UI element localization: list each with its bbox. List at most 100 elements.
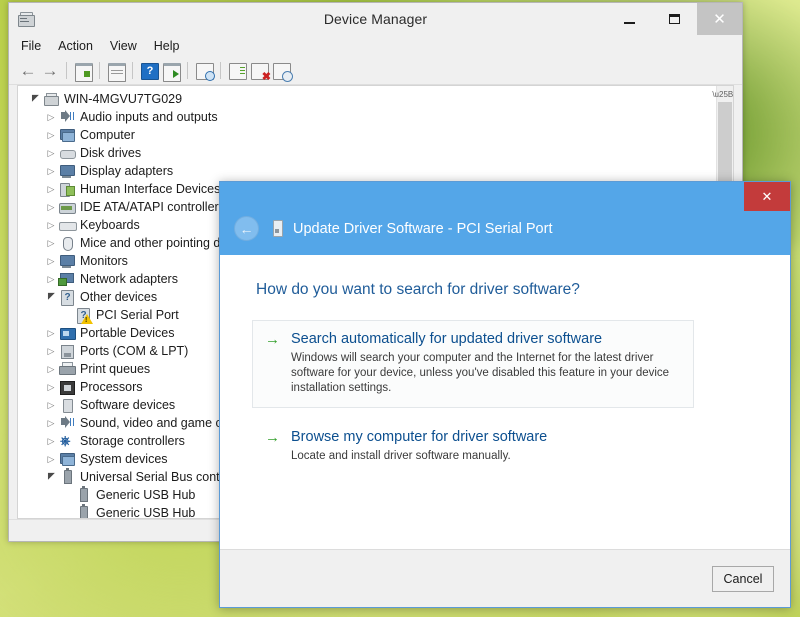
expand-toggle-closed[interactable] — [44, 112, 58, 123]
speaker-icon — [58, 109, 76, 125]
show-hidden-devices-icon[interactable] — [105, 60, 127, 82]
expand-toggle-closed[interactable] — [44, 238, 58, 249]
expand-toggle-closed[interactable] — [44, 400, 58, 411]
expand-toggle-closed[interactable] — [44, 256, 58, 267]
expand-toggle-closed[interactable] — [44, 148, 58, 159]
option-search-automatically[interactable]: → Search automatically for updated drive… — [252, 320, 694, 408]
menu-view[interactable]: View — [110, 39, 137, 53]
tree-item[interactable]: Computer — [18, 126, 717, 144]
server-icon — [42, 91, 60, 107]
server-icon — [17, 11, 34, 27]
port-icon — [58, 343, 76, 359]
menu-file[interactable]: File — [21, 39, 41, 53]
tree-item[interactable]: Disk drives — [18, 144, 717, 162]
network-icon — [58, 271, 76, 287]
tree-item-label: Monitors — [80, 254, 128, 268]
tree-item-label: Ports (COM & LPT) — [80, 344, 188, 358]
window-controls: ✕ — [607, 3, 742, 35]
scan-changes-icon[interactable] — [270, 60, 292, 82]
scan-hardware-changes-icon[interactable] — [193, 60, 215, 82]
expand-toggle-closed[interactable] — [44, 328, 58, 339]
option-browse-my-computer[interactable]: → Browse my computer for driver software… — [252, 418, 694, 476]
expand-toggle-closed[interactable] — [44, 346, 58, 357]
tree-item-label: Human Interface Devices — [80, 182, 220, 196]
forward-arrow-icon[interactable]: → — [39, 60, 61, 82]
menu-bar: File Action View Help — [9, 35, 742, 57]
back-button[interactable]: ← — [234, 216, 259, 241]
option-heading: Browse my computer for driver software — [291, 428, 683, 447]
tree-item-label: Software devices — [80, 398, 175, 412]
usb-icon — [74, 487, 92, 503]
toolbar-separator — [99, 62, 100, 79]
processor-icon — [58, 379, 76, 395]
toolbar: ← → ? ✖ — [9, 57, 742, 85]
usb-icon — [74, 505, 92, 518]
menu-help[interactable]: Help — [154, 39, 180, 53]
expand-toggle-open[interactable] — [28, 94, 42, 105]
expand-toggle-closed[interactable] — [44, 436, 58, 447]
tree-item-label: PCI Serial Port — [96, 308, 179, 322]
mouse-icon — [58, 235, 76, 251]
tree-item-label: Computer — [80, 128, 135, 142]
tree-item-label: Generic USB Hub — [96, 488, 195, 502]
dialog-body: How do you want to search for driver sof… — [220, 255, 790, 550]
option-heading: Search automatically for updated driver … — [291, 330, 683, 349]
toolbar-separator — [220, 62, 221, 79]
disk-icon — [58, 145, 76, 161]
computer-icon — [58, 451, 76, 467]
tree-item-label: Disk drives — [80, 146, 141, 160]
cancel-button[interactable]: Cancel — [712, 566, 774, 592]
title-bar[interactable]: Device Manager ✕ — [9, 3, 742, 35]
tree-item-label: WIN-4MGVU7TG029 — [64, 92, 182, 106]
update-driver-icon[interactable] — [226, 60, 248, 82]
minimize-icon — [624, 22, 635, 24]
properties-icon[interactable] — [72, 60, 94, 82]
tree-item-label: System devices — [80, 452, 168, 466]
toolbar-separator — [66, 62, 67, 79]
expand-toggle-closed[interactable] — [44, 184, 58, 195]
toolbar-separator — [187, 62, 188, 79]
tree-item-label: Generic USB Hub — [96, 506, 195, 518]
expand-toggle-closed[interactable] — [44, 418, 58, 429]
option-description: Windows will search your computer and th… — [291, 351, 683, 396]
update-driver-dialog: ✕ ← Update Driver Software - PCI Serial … — [219, 181, 791, 608]
expand-toggle-open[interactable] — [44, 472, 58, 483]
tree-item[interactable]: Audio inputs and outputs — [18, 108, 717, 126]
tree-item-label: Keyboards — [80, 218, 140, 232]
menu-action[interactable]: Action — [58, 39, 93, 53]
tree-item-label: Network adapters — [80, 272, 178, 286]
help-icon[interactable]: ? — [138, 60, 160, 82]
expand-toggle-closed[interactable] — [44, 274, 58, 285]
dialog-close-button[interactable]: ✕ — [744, 182, 790, 211]
toolbar-separator — [132, 62, 133, 79]
tree-item-label: IDE ATA/ATAPI controllers — [80, 200, 225, 214]
expand-toggle-closed[interactable] — [44, 166, 58, 177]
play-icon[interactable] — [160, 60, 182, 82]
uninstall-device-icon[interactable]: ✖ — [248, 60, 270, 82]
expand-toggle-closed[interactable] — [44, 130, 58, 141]
minimize-button[interactable] — [607, 3, 652, 35]
tree-item-label: Processors — [80, 380, 143, 394]
ide-icon — [58, 199, 76, 215]
display-icon — [58, 163, 76, 179]
speaker-icon — [58, 415, 76, 431]
software-device-icon — [58, 397, 76, 413]
tree-item[interactable]: WIN-4MGVU7TG029 — [18, 90, 717, 108]
dialog-header: ✕ ← Update Driver Software - PCI Serial … — [220, 182, 790, 255]
tree-item[interactable]: Display adapters — [18, 162, 717, 180]
tree-item-label: Portable Devices — [80, 326, 175, 340]
expand-toggle-open[interactable] — [44, 292, 58, 303]
expand-toggle-closed[interactable] — [44, 382, 58, 393]
expand-toggle-closed[interactable] — [44, 454, 58, 465]
expand-toggle-closed[interactable] — [44, 202, 58, 213]
expand-toggle-closed[interactable] — [44, 364, 58, 375]
storage-icon: ⎈ — [58, 433, 76, 449]
maximize-button[interactable] — [652, 3, 697, 35]
expand-toggle-closed[interactable] — [44, 220, 58, 231]
tree-item-label: Print queues — [80, 362, 150, 376]
tree-item-label: Display adapters — [80, 164, 173, 178]
green-arrow-icon: → — [263, 428, 291, 464]
close-button[interactable]: ✕ — [697, 3, 742, 35]
scroll-up-icon[interactable]: \u25B2 — [717, 86, 733, 102]
back-arrow-icon[interactable]: ← — [17, 60, 39, 82]
